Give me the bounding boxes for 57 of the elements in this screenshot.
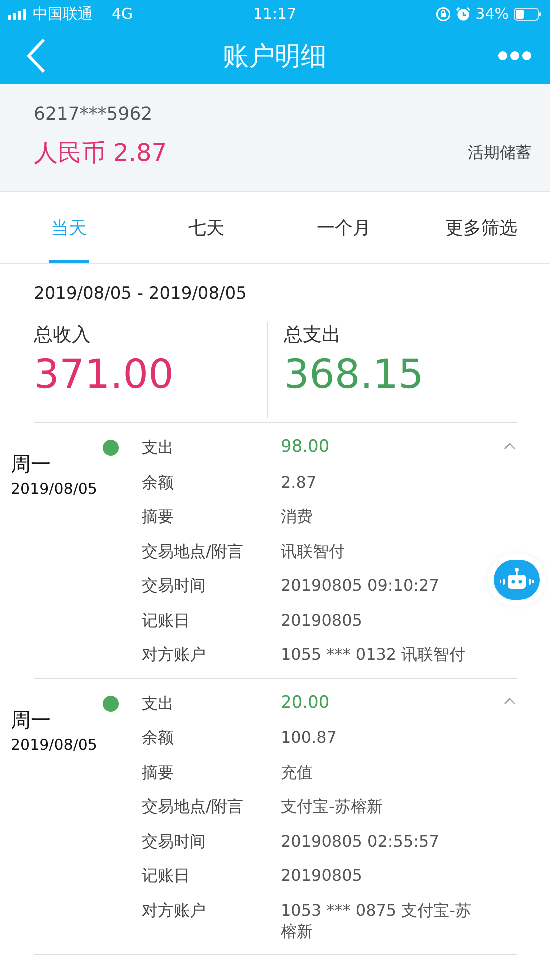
battery-icon bbox=[514, 8, 542, 20]
field-label: 余额 bbox=[142, 727, 175, 749]
summary-label: 总收入 bbox=[34, 323, 92, 348]
field-value: 支付宝-苏榕新 bbox=[281, 796, 384, 818]
field-label: 交易时间 bbox=[142, 575, 207, 597]
field-value: 1053 *** 0875 支付宝-苏榕新 bbox=[281, 900, 472, 942]
field-label: 摘要 bbox=[142, 506, 175, 528]
field-label: 对方账户 bbox=[142, 644, 207, 666]
rotation-lock-icon bbox=[436, 6, 451, 22]
summary-label: 总支出 bbox=[284, 323, 342, 348]
filter-tab[interactable]: 一个月 bbox=[275, 192, 412, 263]
summary-amount: 368.15 bbox=[284, 352, 425, 398]
field-value: 消费 bbox=[281, 506, 314, 528]
field-value: 100.87 bbox=[281, 727, 338, 749]
weekday: 周一 bbox=[11, 706, 51, 734]
collapse-button[interactable] bbox=[503, 441, 517, 451]
field-label: 交易地点/附言 bbox=[142, 796, 244, 818]
alarm-icon bbox=[456, 6, 471, 22]
field-label: 支出 bbox=[142, 437, 175, 459]
summary-amount: 371.00 bbox=[34, 352, 175, 398]
assistant-button[interactable] bbox=[494, 560, 540, 600]
field-value: 讯联智付 bbox=[281, 540, 346, 562]
carrier-name: 中国联通 bbox=[33, 4, 93, 24]
field-value: 20190805 09:10:27 bbox=[281, 575, 440, 597]
page-title: 账户明细 bbox=[223, 40, 327, 74]
field-label: 对方账户 bbox=[142, 900, 207, 922]
date-range: 2019/08/05 - 2019/08/05 bbox=[33, 284, 248, 304]
field-value: 20190805 bbox=[281, 865, 364, 887]
field-value: 20.00 bbox=[281, 692, 331, 714]
field-label: 记账日 bbox=[142, 610, 191, 632]
field-label: 摘要 bbox=[142, 762, 175, 784]
collapse-button[interactable] bbox=[503, 696, 517, 706]
field-value: 20190805 02:55:57 bbox=[281, 830, 440, 852]
field-label: 余额 bbox=[142, 472, 175, 494]
field-label: 交易时间 bbox=[142, 830, 207, 852]
clock-time: 11:17 bbox=[253, 5, 297, 23]
field-label: 交易地点/附言 bbox=[142, 540, 244, 562]
field-label: 支出 bbox=[142, 692, 175, 714]
field-label: 记账日 bbox=[142, 865, 191, 887]
transaction-date: 2019/08/05 bbox=[11, 480, 98, 498]
field-value: 2.87 bbox=[281, 472, 318, 494]
account-type: 活期储蓄 bbox=[468, 142, 532, 164]
filter-tab[interactable]: 更多筛选 bbox=[412, 192, 550, 263]
field-value: 1055 *** 0132 讯联智付 bbox=[281, 644, 467, 666]
signal-icon bbox=[8, 8, 28, 20]
account-number: 6217***5962 bbox=[34, 104, 154, 125]
filter-tab[interactable]: 七天 bbox=[138, 192, 275, 263]
weekday: 周一 bbox=[11, 451, 51, 478]
battery-percent: 34% bbox=[476, 5, 509, 23]
field-value: 20190805 bbox=[281, 610, 364, 632]
field-value: 98.00 bbox=[281, 436, 331, 459]
account-balance: 人民币 2.87 bbox=[34, 138, 168, 169]
back-button[interactable] bbox=[26, 38, 46, 74]
field-value: 充值 bbox=[281, 762, 314, 784]
more-button[interactable] bbox=[498, 51, 532, 61]
transaction-date: 2019/08/05 bbox=[11, 736, 98, 754]
network-type: 4G bbox=[112, 5, 134, 23]
